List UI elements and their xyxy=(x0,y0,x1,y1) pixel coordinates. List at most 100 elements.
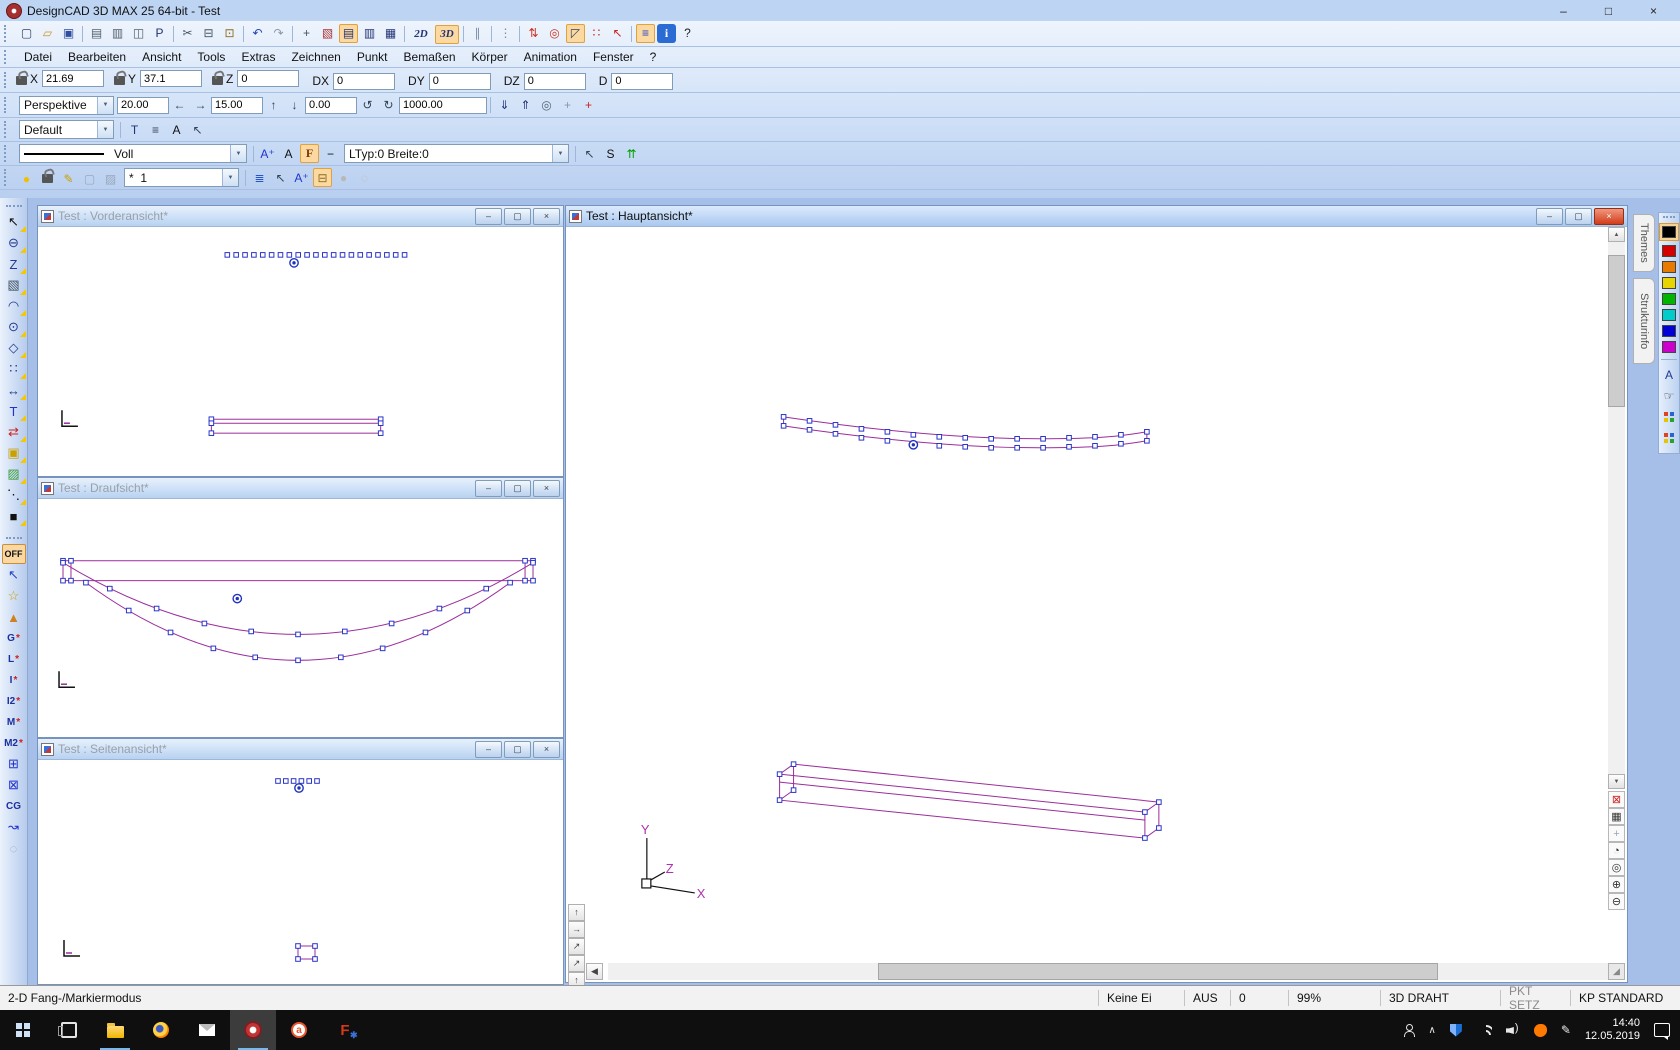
close-button[interactable]: × xyxy=(533,741,560,758)
vertical-scroll-thumb[interactable] xyxy=(1608,255,1625,407)
coord-input-Y[interactable] xyxy=(140,70,202,87)
minimize-button[interactable]: – xyxy=(475,741,502,758)
seitenansicht-canvas[interactable] xyxy=(40,760,561,982)
vorderansicht-canvas[interactable] xyxy=(40,227,561,474)
style-dropdown[interactable]: Default ▼ xyxy=(19,120,114,139)
view-zoom-input[interactable] xyxy=(117,97,169,114)
horizontal-scrollbar[interactable] xyxy=(608,963,1608,980)
menu-item[interactable]: Datei xyxy=(16,48,60,66)
box-x-snap-tool[interactable]: ⊠ xyxy=(2,775,26,795)
shield-tray-icon[interactable] xyxy=(1450,1024,1462,1037)
trace-icon[interactable]: ◎ xyxy=(545,24,564,43)
center-view-icon[interactable]: + xyxy=(579,96,598,115)
hatch-tool[interactable]: ▨ xyxy=(2,464,26,484)
view-up-icon[interactable]: ⇑ xyxy=(516,96,535,115)
color-black[interactable] xyxy=(1662,226,1676,238)
menu-item[interactable]: Fenster xyxy=(585,48,642,66)
structure-tool[interactable]: ▣ xyxy=(2,443,26,463)
box-3d-tool[interactable]: ▧ xyxy=(2,275,26,295)
chevron-down-icon[interactable]: ▼ xyxy=(552,145,568,162)
menu-item[interactable]: Extras xyxy=(233,48,283,66)
font-icon[interactable]: A xyxy=(279,144,298,163)
menu-item[interactable]: ? xyxy=(642,48,665,66)
text-tool[interactable]: T xyxy=(2,401,26,421)
midpoint-snap-tool[interactable]: M xyxy=(2,712,26,732)
taskbar-designcad[interactable] xyxy=(230,1010,276,1050)
move-point-icon[interactable]: + xyxy=(297,24,316,43)
zoom-tool[interactable]: ⊖ xyxy=(2,233,26,253)
layer-lock-icon[interactable] xyxy=(38,167,57,186)
style-settings-icon[interactable]: ≡ xyxy=(146,120,165,139)
dimension-tool[interactable]: ↔ xyxy=(2,380,26,400)
workplane-3-icon[interactable]: ▦ xyxy=(381,24,400,43)
view-down-icon[interactable]: ⇓ xyxy=(495,96,514,115)
redo-icon[interactable]: ↷ xyxy=(269,24,288,43)
gravity-snap-tool[interactable]: G xyxy=(2,628,26,648)
horizontal-scroll-thumb[interactable] xyxy=(878,963,1438,980)
chevron-down-icon[interactable]: ▼ xyxy=(97,97,113,114)
mode-2d-icon[interactable]: 2D xyxy=(409,25,433,44)
fill-color-tool[interactable]: ■ xyxy=(2,506,26,526)
layer-box-2-icon[interactable]: ▨ xyxy=(101,169,120,188)
spline-icon[interactable]: S xyxy=(601,144,620,163)
context-help-icon[interactable]: ? xyxy=(678,24,697,43)
minimize-button[interactable]: – xyxy=(1536,208,1563,225)
start-button[interactable] xyxy=(0,1010,46,1050)
intersect2-snap-tool[interactable]: I2 xyxy=(2,691,26,711)
zoom-previous-icon[interactable]: ◔ xyxy=(1608,842,1625,859)
view-mode-dropdown[interactable]: Perspektive ▼ xyxy=(19,96,114,115)
lock-icon[interactable] xyxy=(16,76,27,85)
nav-right-button[interactable]: → xyxy=(568,921,585,938)
workplane-icon[interactable]: ▤ xyxy=(339,24,358,43)
point-mode-icon[interactable]: ⋮ xyxy=(496,24,515,43)
minimize-button[interactable]: – xyxy=(475,208,502,225)
apply-style-icon[interactable]: ↖ xyxy=(188,120,207,139)
volume-icon[interactable] xyxy=(1506,1024,1520,1036)
line-style-dropdown[interactable]: Voll ▼ xyxy=(19,144,247,163)
minimize-button[interactable]: – xyxy=(475,480,502,497)
color-red[interactable] xyxy=(1662,245,1676,257)
font-bigger-icon[interactable]: A⁺ xyxy=(258,144,277,163)
run-pointer-tool[interactable]: ↖ xyxy=(2,565,26,585)
add-view-icon[interactable]: + xyxy=(1608,825,1625,842)
print-icon[interactable]: ▤ xyxy=(87,24,106,43)
line-up-icon[interactable]: ⇈ xyxy=(622,144,641,163)
text-style-icon[interactable]: T xyxy=(125,120,144,139)
antivirus-tray-icon[interactable] xyxy=(1534,1024,1547,1037)
stylebar-grip[interactable] xyxy=(4,121,12,137)
wifi-icon[interactable] xyxy=(1476,1025,1492,1036)
camera-pan-left-icon[interactable]: ← xyxy=(170,96,189,115)
restore-button[interactable]: ▢ xyxy=(504,741,531,758)
grid-toggle-icon[interactable]: ▦ xyxy=(1608,808,1625,825)
open-folder-icon[interactable]: ▱ xyxy=(38,24,57,43)
nav-up-button[interactable]: ↑ xyxy=(568,904,585,921)
snap-off-button[interactable]: OFF xyxy=(2,544,26,564)
menu-item[interactable]: Bemaßen xyxy=(396,48,464,66)
draufsicht-canvas[interactable] xyxy=(40,499,561,735)
viewbar-grip[interactable] xyxy=(4,97,12,114)
app-maximize-button[interactable]: □ xyxy=(1586,0,1631,21)
view-tilt-input[interactable] xyxy=(305,97,357,114)
layers-icon[interactable]: ≣ xyxy=(250,168,269,187)
view-pan-input[interactable] xyxy=(211,97,263,114)
coord-input-DY[interactable] xyxy=(429,73,491,90)
color-magenta[interactable] xyxy=(1662,341,1676,353)
color-orange[interactable] xyxy=(1662,261,1676,273)
select-tool[interactable]: ↖ xyxy=(2,212,26,232)
midpoint2-snap-tool[interactable]: M2 xyxy=(2,733,26,753)
select-cursor-icon[interactable]: ◸ xyxy=(566,24,585,43)
layerbar-grip[interactable] xyxy=(4,169,12,185)
task-view-button[interactable] xyxy=(46,1010,92,1050)
camera-rotate-left-icon[interactable]: ↺ xyxy=(358,96,377,115)
taskbar-app-f[interactable]: F xyxy=(322,1010,368,1050)
view-distance-input[interactable] xyxy=(399,97,487,114)
restore-button[interactable]: ▢ xyxy=(504,480,531,497)
menu-item[interactable]: Zeichnen xyxy=(283,48,348,66)
page-format-icon[interactable]: P xyxy=(150,24,169,43)
tangent-snap-tool[interactable]: ↝ xyxy=(2,817,26,837)
coordbar-grip[interactable] xyxy=(4,72,12,89)
cut-icon[interactable]: ✂ xyxy=(178,24,197,43)
close-view-icon[interactable]: ⊠ xyxy=(1608,791,1625,808)
vertical-scrollbar[interactable]: ▲ ▼ xyxy=(1608,227,1625,789)
seitenansicht-titlebar[interactable]: Test : Seitenansicht* – ▢ × xyxy=(38,739,563,760)
